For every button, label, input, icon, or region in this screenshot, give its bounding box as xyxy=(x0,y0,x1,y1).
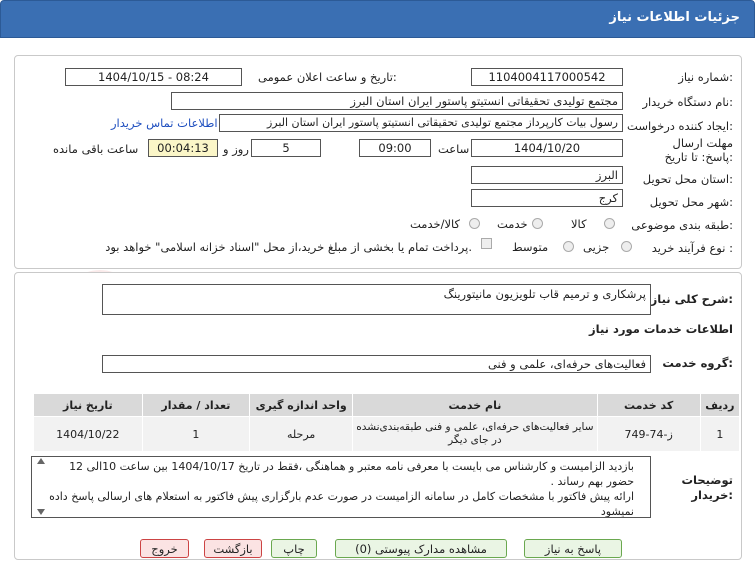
remaining-label: ساعت باقی مانده xyxy=(53,142,139,156)
creator-field: رسول بیات کارپرداز مجتمع تولیدی تحقیقاتی… xyxy=(219,114,623,132)
buyer-field: مجتمع تولیدی تحقیقاتی انستیتو پاستور ایر… xyxy=(171,92,623,110)
payment-note: پرداخت تمام یا بخشی از مبلغ خرید،از محل … xyxy=(105,240,472,254)
category-radio-service[interactable] xyxy=(532,218,543,229)
col-qty-header: تعداد / مقدار xyxy=(141,393,251,417)
category-option-goods: کالا xyxy=(571,217,587,231)
city-field: کرج xyxy=(471,189,623,207)
print-button[interactable]: چاپ xyxy=(271,539,317,558)
deadline-time-field: 09:00 xyxy=(359,139,431,157)
buyer-notes-line-2: ارائه پیش فاکتور با مشخصات کامل در سامان… xyxy=(49,490,634,518)
deadline-date-field: 1404/10/20 xyxy=(471,139,623,157)
services-section-title: اطلاعات خدمات مورد نیاز xyxy=(589,322,733,336)
process-option-medium: متوسط xyxy=(512,240,549,254)
reply-button[interactable]: پاسخ به نیاز xyxy=(524,539,622,558)
province-field: البرز xyxy=(471,166,623,184)
col-name-header: نام خدمت xyxy=(352,393,598,417)
hour-label: ساعت xyxy=(438,142,470,156)
service-group-label: گروه خدمت: xyxy=(662,356,733,370)
services-table: ردیف کد خدمت نام خدمت واحد اندازه گیری ت… xyxy=(33,393,741,452)
contact-buyer-link[interactable]: اطلاعات تماس خریدار xyxy=(111,116,218,130)
need-number-field: 1104004117000542 xyxy=(471,68,623,86)
process-label: نوع فرآیند خرید : xyxy=(651,241,733,255)
description-field: پرشکاری و ترمیم قاب تلویزیون مانیتورینگ xyxy=(102,284,651,315)
category-label: طبقه بندی موضوعی: xyxy=(631,218,733,232)
buyer-notes-label: توضیحات خریدار: xyxy=(681,473,734,502)
process-radio-minor[interactable] xyxy=(621,241,632,252)
service-group-field: فعالیت‌های حرفه‌ای، علمی و فنی xyxy=(102,355,651,373)
col-code-header: کد خدمت xyxy=(596,393,701,417)
category-radio-both[interactable] xyxy=(469,218,480,229)
buyer-notes-line-1: بازدید الزامیست و کارشناس می بایست با مع… xyxy=(69,460,634,488)
creator-label: ایجاد کننده درخواست: xyxy=(627,119,733,133)
category-option-both: کالا/خدمت xyxy=(410,217,461,231)
cell-row: 1 xyxy=(699,416,741,452)
process-option-minor: جزیی xyxy=(583,240,610,254)
scroll-down-icon[interactable] xyxy=(37,509,45,515)
page-title: جزئیات اطلاعات نیاز xyxy=(609,10,740,25)
table-header-row: ردیف کد خدمت نام خدمت واحد اندازه گیری ت… xyxy=(33,393,741,417)
cell-name: سایر فعالیت‌های حرفه‌ای، علمی و فنی طبقه… xyxy=(352,416,598,452)
announce-field: 1404/10/15 - 08:24 xyxy=(65,68,242,86)
province-label: استان محل تحویل: xyxy=(642,172,733,186)
days-field: 5 xyxy=(251,139,321,157)
exit-button[interactable]: خروج xyxy=(140,539,189,558)
deadline-label: مهلت ارسال پاسخ: تا تاریخ: xyxy=(664,136,733,164)
col-date-header: تاریخ نیاز xyxy=(33,393,143,417)
treasury-checkbox[interactable] xyxy=(481,238,492,249)
col-row-header: ردیف xyxy=(699,393,741,417)
buyer-notes-field: بازدید الزامیست و کارشناس می بایست با مع… xyxy=(31,456,651,518)
category-option-service: خدمت xyxy=(497,217,528,231)
category-radio-goods[interactable] xyxy=(604,218,615,229)
table-row: 1 ز-74-749 سایر فعالیت‌های حرفه‌ای، علمی… xyxy=(33,416,741,452)
back-button[interactable]: بازگشت xyxy=(204,539,262,558)
remaining-time-field: 00:04:13 xyxy=(148,139,218,157)
buyer-label: نام دستگاه خریدار: xyxy=(642,95,733,109)
cell-date: 1404/10/22 xyxy=(33,416,143,452)
attachments-button[interactable]: مشاهده مدارک پیوستی (0) xyxy=(335,539,507,558)
scroll-up-icon[interactable] xyxy=(37,458,45,464)
info-panel xyxy=(14,55,742,269)
city-label: شهر محل تحویل: xyxy=(649,195,733,209)
process-radio-medium[interactable] xyxy=(563,241,574,252)
need-number-label: شماره نیاز: xyxy=(678,70,733,84)
cell-unit: مرحله xyxy=(249,416,354,452)
days-label: روز و xyxy=(223,142,249,156)
title-bar: جزئیات اطلاعات نیاز xyxy=(0,0,755,38)
description-label: شرح کلی نیاز: xyxy=(650,292,733,306)
cell-code: ز-74-749 xyxy=(596,416,701,452)
cell-qty: 1 xyxy=(141,416,251,452)
announce-label: تاریخ و ساعت اعلان عمومی: xyxy=(258,70,397,84)
col-unit-header: واحد اندازه گیری xyxy=(249,393,354,417)
